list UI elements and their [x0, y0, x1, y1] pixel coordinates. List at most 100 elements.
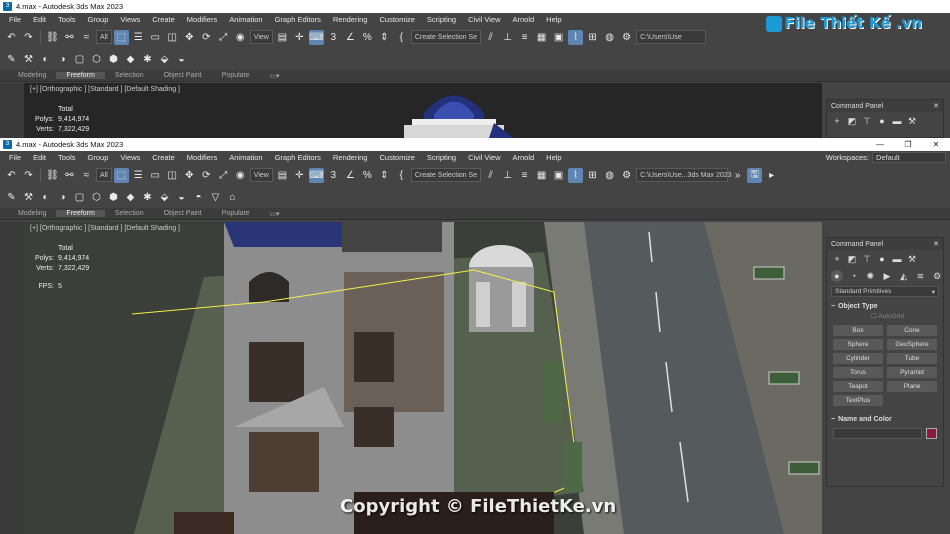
primitive-category-dropdown[interactable]: Standard Primitives ▾	[831, 286, 939, 297]
tool-icon[interactable]: ▢	[72, 190, 87, 205]
primitive-button[interactable]: Pyramid	[887, 367, 937, 378]
create-icon[interactable]: +	[831, 115, 843, 127]
tool-icon[interactable]: ◒	[174, 190, 189, 205]
object-name-field[interactable]	[833, 428, 922, 439]
mirror-icon[interactable]: ⫽	[483, 30, 498, 45]
primitive-button[interactable]: TextPlus	[833, 395, 883, 406]
hierarchy-icon[interactable]: ⊤	[861, 253, 873, 265]
spinner-snap-icon[interactable]: ⇕	[377, 168, 392, 183]
menu-item[interactable]: Animation	[223, 153, 268, 162]
primitive-button[interactable]: Cylinder	[833, 353, 883, 364]
create-icon[interactable]: +	[831, 253, 843, 265]
percent-snap-icon[interactable]: %	[360, 168, 375, 183]
helpers-icon[interactable]: ◭	[898, 270, 910, 282]
rotate-icon[interactable]: ⟳	[199, 30, 214, 45]
autogrid-checkbox[interactable]: ☐ AutoGrid	[831, 312, 939, 323]
undo-icon[interactable]: ↶	[4, 168, 19, 183]
edit-named-selection-icon[interactable]: {	[394, 168, 409, 183]
pivot-icon[interactable]: ▤	[275, 30, 290, 45]
ribbon-tab[interactable]: Object Paint	[154, 72, 212, 79]
utilities-icon[interactable]: ⚒	[906, 253, 918, 265]
save-icon[interactable]: 🖫	[747, 167, 763, 183]
move-icon[interactable]: ✥	[182, 168, 197, 183]
tool-icon[interactable]: ⬢	[106, 52, 121, 67]
geometry-icon[interactable]: ●	[831, 270, 843, 282]
tool-icon[interactable]: ▽	[208, 190, 223, 205]
named-selection-set-dropdown[interactable]: Create Selection Se	[410, 30, 482, 44]
ribbon-tab[interactable]: Populate	[212, 210, 260, 217]
tool-icon[interactable]: ⬢	[106, 190, 121, 205]
move-icon[interactable]: ✥	[182, 30, 197, 45]
link-icon[interactable]: ⛓	[45, 30, 60, 45]
tool-icon[interactable]: ◆	[123, 190, 138, 205]
expand-toolbar-icon[interactable]: »	[730, 168, 745, 183]
rollout-header[interactable]: − Object Type	[831, 301, 939, 312]
rect-selection-icon[interactable]: ▭	[148, 168, 163, 183]
curve-editor-icon[interactable]: ⌇	[568, 167, 584, 183]
tool-icon[interactable]: ✱	[140, 190, 155, 205]
minimize-icon[interactable]: —	[866, 140, 894, 149]
menu-item[interactable]: Help	[540, 153, 567, 162]
menu-item[interactable]: Civil View	[462, 15, 506, 24]
redo-icon[interactable]: ↷	[21, 168, 36, 183]
workspaces-selector[interactable]: Workspaces: Default	[826, 152, 950, 163]
ribbon-toggle-icon[interactable]: ▣	[551, 168, 566, 183]
select-object-icon[interactable]: ⬚	[113, 29, 129, 45]
tool-icon[interactable]: ◆	[123, 52, 138, 67]
menu-item[interactable]: Customize	[373, 15, 420, 24]
keyboard-shortcut-icon[interactable]: ⌨	[308, 29, 324, 45]
utilities-icon[interactable]: ⚒	[906, 115, 918, 127]
rect-selection-icon[interactable]: ▭	[148, 30, 163, 45]
tool-icon[interactable]: ✎	[4, 52, 19, 67]
tool-icon[interactable]: ◐	[38, 52, 53, 67]
motion-icon[interactable]: ●	[876, 253, 888, 265]
snap-3d-icon[interactable]: 3	[326, 168, 341, 183]
tool-icon[interactable]: ▢	[72, 52, 87, 67]
scale-icon[interactable]: ⤢	[216, 30, 231, 45]
select-by-name-icon[interactable]: ☰	[131, 168, 146, 183]
render-setup-icon[interactable]: ⚙	[619, 168, 634, 183]
align-icon[interactable]: ⊥	[500, 168, 515, 183]
tool-icon[interactable]: ✱	[140, 52, 155, 67]
menu-item[interactable]: Tools	[52, 153, 82, 162]
menu-item[interactable]: Create	[146, 153, 181, 162]
link-icon[interactable]: ⛓	[45, 168, 60, 183]
tool-icon[interactable]: ◐	[38, 190, 53, 205]
menu-item[interactable]: Help	[540, 15, 567, 24]
select-object-icon[interactable]: ⬚	[113, 167, 129, 183]
modify-icon[interactable]: ◩	[846, 115, 858, 127]
window-crossing-icon[interactable]: ◫	[165, 30, 180, 45]
open-icon[interactable]: ▸	[764, 168, 779, 183]
object-color-swatch[interactable]	[926, 428, 937, 439]
selection-filter-dropdown[interactable]: All	[96, 30, 112, 44]
tool-icon[interactable]: ⬙	[157, 190, 172, 205]
undo-icon[interactable]: ↶	[4, 30, 19, 45]
menu-item[interactable]: Graph Editors	[269, 15, 327, 24]
primitive-button[interactable]: Cone	[887, 325, 937, 336]
systems-icon[interactable]: ⚙	[931, 270, 943, 282]
ribbon-tab[interactable]: Populate	[212, 72, 260, 79]
rollout-header[interactable]: − Name and Color	[831, 414, 939, 425]
window-crossing-icon[interactable]: ◫	[165, 168, 180, 183]
rotate-icon[interactable]: ⟳	[199, 168, 214, 183]
menu-item[interactable]: Group	[82, 15, 115, 24]
viewport-top[interactable]: [+] [Orthographic ] [Standard ] [Default…	[24, 83, 822, 138]
project-path-field[interactable]: C:\Users\Use	[636, 30, 707, 44]
tool-icon[interactable]: ⬙	[157, 52, 172, 67]
spinner-snap-icon[interactable]: ⇕	[377, 30, 392, 45]
ribbon-options-icon[interactable]: ▭▾	[259, 210, 289, 218]
tool-icon[interactable]: ◑	[55, 52, 70, 67]
material-editor-icon[interactable]: ◍	[602, 168, 617, 183]
reference-coordinate-dropdown[interactable]: View	[249, 168, 273, 182]
bind-space-warp-icon[interactable]: ≈	[79, 30, 94, 45]
menu-item[interactable]: Graph Editors	[269, 153, 327, 162]
motion-icon[interactable]: ●	[876, 115, 888, 127]
layer-icon[interactable]: ≡	[517, 30, 532, 45]
scene-explorer-icon[interactable]: ▦	[534, 168, 549, 183]
viewport-label[interactable]: [+] [Orthographic ] [Standard ] [Default…	[30, 86, 180, 93]
pivot-icon[interactable]: ▤	[275, 168, 290, 183]
menu-item[interactable]: Edit	[27, 15, 52, 24]
tool-icon[interactable]: ◒	[174, 52, 189, 67]
menu-item[interactable]: Arnold	[506, 15, 540, 24]
mirror-icon[interactable]: ⫽	[483, 168, 498, 183]
